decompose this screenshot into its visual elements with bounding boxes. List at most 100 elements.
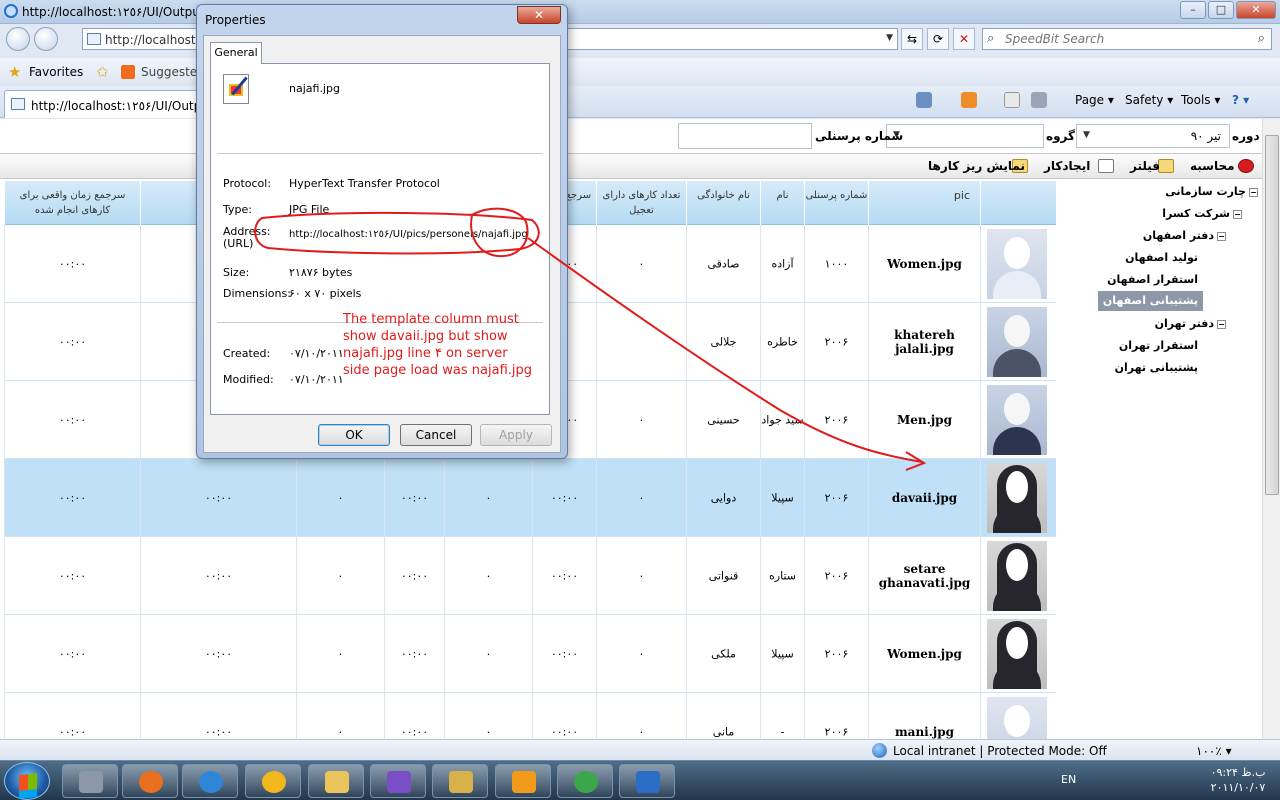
- header-actual-ref[interactable]: سرجمع زمان واقعی برای کارهای انجام شده: [4, 181, 140, 225]
- download-icon: [574, 771, 598, 793]
- tree-item[interactable]: تولید اصفهان: [1125, 251, 1198, 271]
- language-indicator[interactable]: EN: [1061, 773, 1076, 786]
- org-chart-tree: −چارت سازمانی −شرکت کسرا −دفتر اصفهان تو…: [1060, 181, 1270, 381]
- address-value[interactable]: http://localhost:١٢٥۶/UI/pics/personels/…: [289, 229, 528, 241]
- back-button[interactable]: [6, 27, 30, 51]
- help-menu[interactable]: ? ▾: [1232, 93, 1249, 109]
- forward-button[interactable]: [34, 27, 58, 51]
- taskbar-item[interactable]: [619, 764, 675, 798]
- page-menu[interactable]: Page ▾: [1075, 93, 1114, 109]
- actual-ref: ۰۰:۰۰: [58, 491, 87, 505]
- start-button[interactable]: [4, 762, 50, 800]
- person-photo: [987, 229, 1047, 299]
- compat-view-button[interactable]: ⇆: [901, 28, 923, 50]
- first-name: سید جواد: [761, 413, 804, 427]
- header-first-name[interactable]: نام: [760, 181, 804, 225]
- network-icon: [636, 771, 660, 793]
- created-label: Created:: [223, 347, 271, 360]
- calculate-button[interactable]: محاسبه: [1190, 157, 1235, 177]
- tab-general[interactable]: General: [210, 42, 262, 64]
- home-icon[interactable]: [916, 92, 932, 108]
- favorites-button[interactable]: Favorites: [29, 65, 83, 79]
- show-subtasks-button[interactable]: نمایش ریز کارها: [928, 157, 1025, 177]
- cell-value: ۰: [485, 491, 492, 505]
- cancel-button[interactable]: Cancel: [400, 424, 472, 446]
- header-personnel-no[interactable]: شماره پرسنلی: [804, 181, 868, 225]
- clock-time: ب.ظ ۰۹:۲۴: [1210, 766, 1266, 779]
- last-name: دوایی: [710, 491, 737, 505]
- taskbar-item[interactable]: [432, 764, 488, 798]
- tree-item[interactable]: −شرکت کسرا: [1162, 207, 1242, 227]
- header-last-name[interactable]: نام خانوادگی: [686, 181, 760, 225]
- taskbar-item[interactable]: [495, 764, 551, 798]
- tree-item-selected[interactable]: پشتیبانی اصفهان: [1097, 291, 1203, 311]
- ok-button[interactable]: OK: [318, 424, 390, 446]
- zoom-level[interactable]: ۱۰۰٪ ▾: [1196, 744, 1232, 758]
- tree-item[interactable]: −دفتر تهران: [1155, 317, 1226, 337]
- collapse-icon[interactable]: −: [1233, 209, 1242, 219]
- clock[interactable]: ب.ظ ۰۹:۲۴ ۲۰۱۱/۱۰/۰۷: [1200, 765, 1276, 795]
- favorites-star-icon[interactable]: ★: [8, 63, 21, 81]
- stop-button[interactable]: ✕: [953, 28, 975, 50]
- dialog-close-button[interactable]: ✕: [517, 6, 561, 24]
- search-go-icon[interactable]: ⌕: [1258, 31, 1265, 46]
- minimize-button[interactable]: –: [1180, 1, 1206, 19]
- personnel-no-input[interactable]: [678, 123, 812, 149]
- group-label: گروه: [1046, 129, 1075, 143]
- header-pic[interactable]: pic: [868, 181, 980, 225]
- browser-tab[interactable]: http://localhost:١٢٥۶/UI/Output: [4, 90, 214, 118]
- vertical-scrollbar[interactable]: [1262, 119, 1280, 739]
- collapse-icon[interactable]: −: [1217, 231, 1226, 241]
- collapse-icon[interactable]: −: [1249, 187, 1258, 197]
- mail-icon[interactable]: [1004, 92, 1020, 108]
- taskbar-item[interactable]: [182, 764, 238, 798]
- scrollbar-thumb[interactable]: [1265, 135, 1279, 495]
- taskbar-item[interactable]: [557, 764, 613, 798]
- first-name: خاطره: [767, 335, 798, 349]
- tools-menu[interactable]: Tools ▾: [1181, 93, 1220, 109]
- print-icon[interactable]: [1031, 92, 1047, 108]
- folder-icon: [325, 771, 349, 793]
- table-row[interactable]: mani.jpg ۲۰۰۶ - مانی ۰ ۰۰:۰۰ ۰ ۰۰:۰۰ ۰ ۰…: [4, 693, 1056, 739]
- close-window-button[interactable]: ✕: [1236, 1, 1276, 19]
- table-row-selected[interactable]: davaii.jpg ۲۰۰۶ سپیلا دوایی ۰ ۰۰:۰۰ ۰ ۰۰…: [4, 459, 1056, 537]
- create-job-button[interactable]: ایجادکار: [1044, 157, 1090, 177]
- header-urgent-count[interactable]: تعداد کارهای دارای تعجیل: [596, 181, 686, 225]
- urgent-count: ۰: [638, 491, 645, 505]
- person-photo: [987, 697, 1047, 739]
- table-row[interactable]: Women.jpg ۲۰۰۶ سپیلا ملکی ۰ ۰۰:۰۰ ۰ ۰۰:۰…: [4, 615, 1056, 693]
- header-photo: [980, 181, 1056, 225]
- filter-button[interactable]: فیلتر: [1130, 157, 1160, 177]
- actual-ref: ۰۰:۰۰: [58, 257, 87, 271]
- tree-item[interactable]: −چارت سازمانی: [1165, 185, 1258, 205]
- period-select[interactable]: ▼ تیر ۹۰: [1076, 124, 1230, 148]
- security-zone[interactable]: Local intranet | Protected Mode: Off: [893, 744, 1107, 758]
- collapse-icon[interactable]: −: [1217, 319, 1226, 329]
- cell-value: ۰۰:۰۰: [400, 491, 429, 505]
- search-input[interactable]: [1005, 31, 1245, 47]
- taskbar-item[interactable]: [62, 764, 118, 798]
- tree-item[interactable]: −دفتر اصفهان: [1143, 229, 1226, 249]
- tree-item[interactable]: استقرار تهران: [1119, 339, 1198, 359]
- tree-item[interactable]: استقرار اصفهان: [1107, 273, 1198, 293]
- group-select[interactable]: ▼: [886, 124, 1044, 148]
- refresh-button[interactable]: ⟳: [927, 28, 949, 50]
- feeds-icon[interactable]: [961, 92, 977, 108]
- tree-item[interactable]: پشتیبانی تهران: [1115, 361, 1198, 381]
- window-titlebar: http://localhost:١٢٥۶/UI/OutputS – □ ✕: [0, 0, 1280, 24]
- safety-menu[interactable]: Safety ▾: [1125, 93, 1173, 109]
- add-favorite-icon[interactable]: ✩: [96, 63, 109, 81]
- search-box[interactable]: ⌕ ⌕: [982, 28, 1272, 50]
- grid-toolbar: محاسبه فیلتر ایجادکار نمایش ریز کارها: [0, 153, 1280, 179]
- taskbar-item[interactable]: [245, 764, 301, 798]
- clock-date: ۲۰۱۱/۱۰/۰۷: [1210, 781, 1266, 794]
- taskbar-item[interactable]: [370, 764, 426, 798]
- personnel-no: ۱۰۰۰: [824, 257, 849, 271]
- apply-button[interactable]: Apply: [480, 424, 552, 446]
- taskbar-item[interactable]: [122, 764, 178, 798]
- maximize-button[interactable]: □: [1208, 1, 1234, 19]
- taskbar-item[interactable]: [308, 764, 364, 798]
- cell-value: ۰: [337, 569, 344, 583]
- chevron-down-icon[interactable]: ▼: [886, 33, 893, 43]
- table-row[interactable]: setare ghanavati.jpg ۲۰۰۶ ستاره قنواتی ۰…: [4, 537, 1056, 615]
